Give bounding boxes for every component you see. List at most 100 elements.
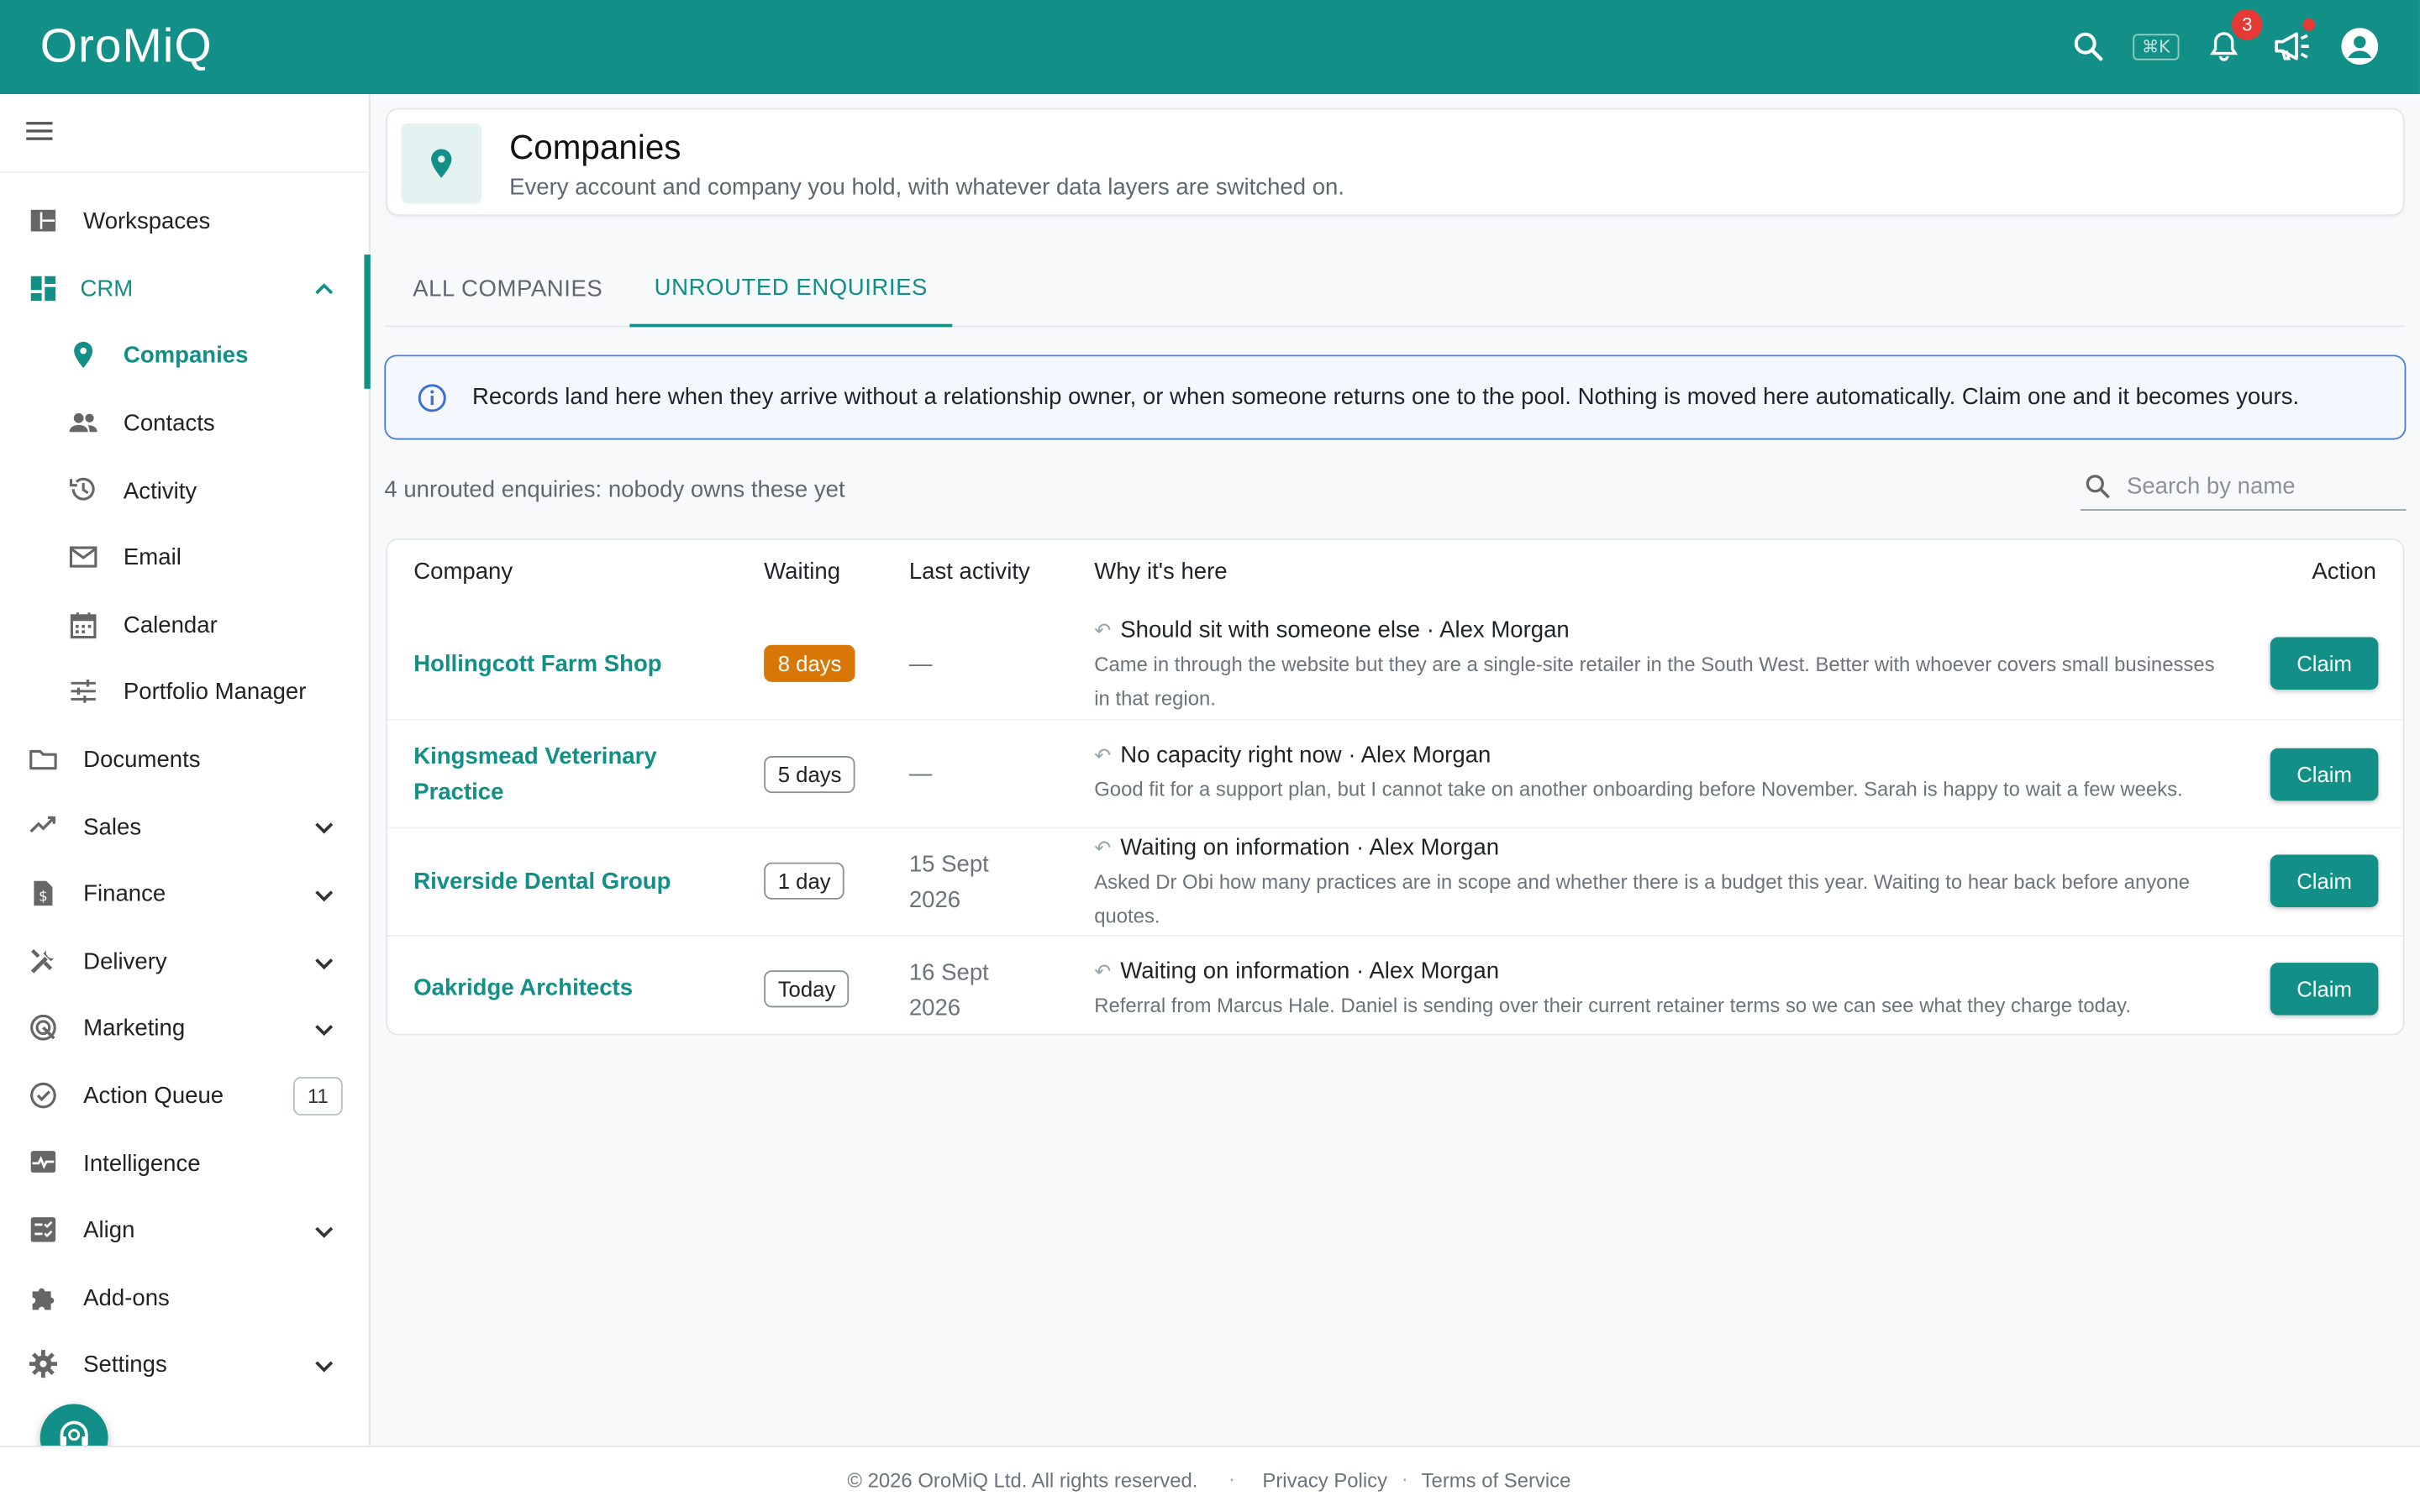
sidebar-item-crm[interactable]: CRM (0, 255, 371, 323)
sidebar-item-companies[interactable]: Companies (0, 323, 371, 390)
sidebar-item-label: Activity (123, 477, 197, 504)
footer-privacy-link[interactable]: Privacy Policy (1262, 1469, 1387, 1493)
sidebar-item-workspaces[interactable]: Workspaces (0, 188, 371, 255)
sidebar-item-sales[interactable]: Sales (0, 794, 371, 861)
tab-bar: ALL COMPANIES UNROUTED ENQUIRIES (386, 250, 2405, 328)
app-root: OroMiQ ⌘K 3 Workspaces CRM Companies Con… (0, 0, 2420, 1512)
sidebar-item-label: Sales (83, 814, 142, 841)
company-link[interactable]: Kingsmead Veterinary Practice (413, 739, 676, 810)
menu-toggle-icon[interactable] (24, 116, 55, 147)
sidebar-item-activity[interactable]: Activity (0, 457, 371, 524)
sidebar-item-portfolio-manager[interactable]: Portfolio Manager (0, 659, 371, 727)
svg-text:$: $ (39, 889, 48, 905)
chevron-down-icon[interactable] (308, 1350, 339, 1381)
sidebar-item-contacts[interactable]: Contacts (0, 390, 371, 457)
sidebar-item-delivery[interactable]: Delivery (0, 928, 371, 995)
dashboard-icon (28, 205, 59, 236)
reason-note: Good fit for a support plan, but I canno… (1094, 777, 2183, 801)
sidebar-item-email[interactable]: Email (0, 524, 371, 591)
why-cell: ↶ Waiting on information · Alex Morgan As… (1094, 833, 2221, 932)
sidebar-item-label: Email (123, 544, 182, 572)
reason-note: Asked Dr Obi how many practices are in s… (1094, 869, 2191, 927)
claim-button[interactable]: Claim (2270, 854, 2379, 907)
reason-text: Should sit with someone else (1120, 617, 1421, 643)
reason-text: Waiting on information (1120, 958, 1350, 984)
command-shortcut-hint: ⌘K (2132, 33, 2180, 60)
table-row: Hollingcott Farm Shop 8 days — ↶ Should s… (387, 611, 2403, 719)
last-activity: 15 Sept 2026 (908, 851, 989, 914)
sidebar-item-intelligence[interactable]: Intelligence (0, 1130, 371, 1197)
top-bar: OroMiQ ⌘K 3 (0, 0, 2420, 95)
checklist-icon (28, 1214, 59, 1245)
column-header-last-activity: Last activity (908, 558, 1030, 585)
chevron-down-icon[interactable] (308, 1215, 339, 1247)
search-field[interactable] (2080, 463, 2407, 511)
location-pin-icon (401, 123, 482, 204)
alert-message: Records land here when they arrive witho… (472, 384, 2300, 411)
sidebar-item-documents[interactable]: Documents (0, 727, 371, 794)
sidebar-item-align[interactable]: Align (0, 1197, 371, 1264)
action-queue-count-badge: 11 (292, 1076, 343, 1116)
claim-button[interactable]: Claim (2270, 637, 2379, 690)
sidebar-item-label: Settings (83, 1352, 167, 1378)
search-icon[interactable] (2065, 18, 2111, 74)
return-arrow-icon: ↶ (1094, 836, 1112, 860)
sidebar-item-finance[interactable]: $ Finance (0, 861, 371, 928)
notifications-bell-icon[interactable]: 3 (2201, 9, 2263, 74)
tab-unrouted-enquiries[interactable]: UNROUTED ENQUIRIES (629, 250, 953, 328)
column-header-why: Why it's here (1094, 558, 1228, 585)
page-title: Companies (509, 128, 681, 167)
search-icon (2084, 472, 2112, 507)
footer-separator: · (1228, 1467, 1235, 1491)
announcements-megaphone-icon[interactable] (2269, 18, 2316, 74)
chevron-down-icon[interactable] (308, 879, 339, 911)
sidebar-item-calendar[interactable]: Calendar (0, 591, 371, 659)
sidebar-item-settings[interactable]: Settings (0, 1331, 371, 1399)
sidebar-nav: Workspaces CRM Companies Contacts Activi… (0, 188, 371, 1399)
sidebar: Workspaces CRM Companies Contacts Activi… (0, 94, 371, 1446)
top-bar-actions: ⌘K 3 (2065, 9, 2383, 74)
trending-up-icon (28, 811, 59, 842)
sidebar-item-action-queue[interactable]: Action Queue 11 (0, 1063, 371, 1130)
company-link[interactable]: Oakridge Architects (413, 970, 722, 1005)
waiting-chip: 8 days (764, 644, 855, 682)
chevron-down-icon[interactable] (308, 1014, 339, 1045)
sidebar-item-add-ons[interactable]: Add-ons (0, 1264, 371, 1331)
footer-terms-link[interactable]: Terms of Service (1422, 1469, 1571, 1493)
announcements-unread-dot (2302, 18, 2316, 31)
reason-note: Came in through the website but they are… (1094, 652, 2215, 709)
sidebar-item-label: Documents (83, 747, 201, 774)
sidebar-item-label: Align (83, 1217, 135, 1244)
why-cell: ↶ Waiting on information · Alex Morgan Re… (1094, 957, 2221, 1022)
footer: © 2026 OroMiQ Ltd. All rights reserved. … (0, 1445, 2420, 1512)
chevron-down-icon[interactable] (308, 812, 339, 843)
why-heading: ↶ Waiting on information · Alex Morgan (1094, 958, 1500, 984)
why-heading: ↶ Should sit with someone else · Alex Mor… (1094, 617, 1570, 643)
search-input[interactable] (2126, 469, 2397, 503)
footer-copyright: © 2026 OroMiQ Ltd. All rights reserved. (847, 1468, 1198, 1493)
app-logo[interactable]: OroMiQ (40, 18, 213, 74)
footer-separator: · (1401, 1467, 1408, 1491)
gear-icon (28, 1348, 59, 1379)
sidebar-item-label: Add-ons (83, 1284, 170, 1311)
why-heading: ↶ Waiting on information · Alex Morgan (1094, 834, 1500, 861)
location-pin-icon (68, 339, 99, 370)
company-link[interactable]: Riverside Dental Group (413, 864, 722, 900)
monitor-heart-icon (28, 1147, 59, 1178)
tools-icon (28, 945, 59, 976)
last-activity: 16 Sept 2026 (908, 959, 989, 1021)
return-arrow-icon: ↶ (1094, 743, 1112, 767)
calendar-icon (68, 609, 99, 640)
column-header-waiting: Waiting (764, 558, 841, 585)
enquiries-table: Company Waiting Last activity Why it's h… (386, 538, 2405, 1036)
reason-owner: Alex Morgan (1360, 742, 1491, 769)
chevron-down-icon[interactable] (308, 947, 339, 978)
claim-button[interactable]: Claim (2270, 748, 2379, 801)
claim-button[interactable]: Claim (2270, 963, 2379, 1016)
tab-all-companies[interactable]: ALL COMPANIES (386, 250, 629, 328)
company-link[interactable]: Hollingcott Farm Shop (413, 647, 722, 682)
chevron-up-icon (308, 274, 339, 305)
sidebar-item-marketing[interactable]: Marketing (0, 995, 371, 1063)
sidebar-item-label: Marketing (83, 1016, 186, 1042)
account-avatar-icon[interactable] (2337, 18, 2383, 74)
